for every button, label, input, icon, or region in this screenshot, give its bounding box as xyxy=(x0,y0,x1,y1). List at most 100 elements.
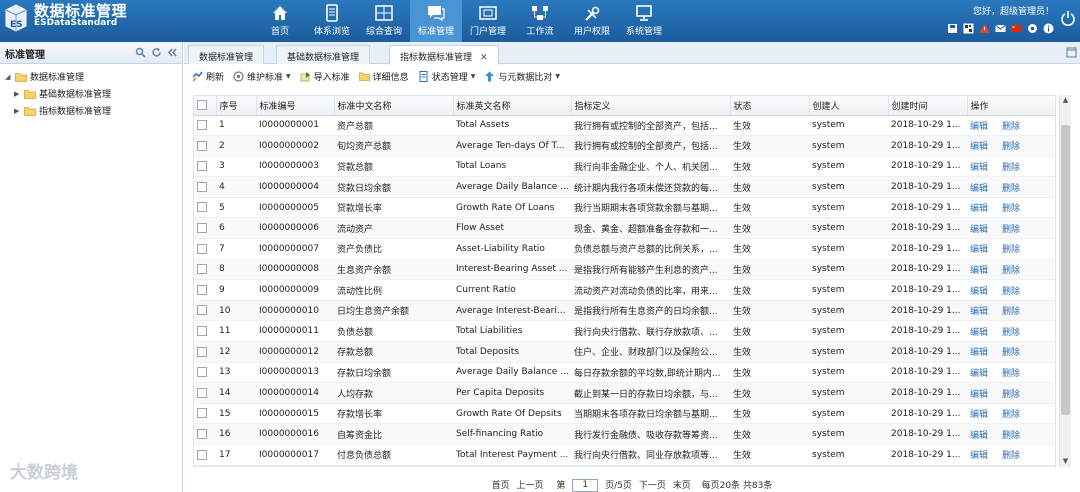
china-flag-icon[interactable] xyxy=(1011,23,1022,34)
edit-link[interactable]: 编辑 xyxy=(970,366,988,379)
collapse-left-icon[interactable] xyxy=(167,47,178,58)
edit-link[interactable]: 编辑 xyxy=(970,201,988,214)
tab-data-standard[interactable]: 数据标准管理 xyxy=(188,45,265,64)
row-checkbox[interactable] xyxy=(197,243,207,254)
compare-metadata-dropdown[interactable]: 与元数据比对 ▼ xyxy=(484,70,560,83)
row-checkbox[interactable] xyxy=(197,305,207,316)
row-checkbox[interactable] xyxy=(197,264,207,275)
search-icon[interactable] xyxy=(135,47,146,58)
col-header-status[interactable]: 状态 xyxy=(730,96,810,116)
row-checkbox[interactable] xyxy=(197,346,207,357)
row-checkbox[interactable] xyxy=(197,428,207,439)
edit-link[interactable]: 编辑 xyxy=(970,119,988,132)
prev-page-link[interactable]: 上一页 xyxy=(517,481,544,491)
row-select-cell[interactable] xyxy=(194,320,216,343)
table-row[interactable]: 3 I0000000003 贷款总额 Total Loans 我行向非金融企业、个人、机… xyxy=(194,156,1055,178)
nav-standard-manage[interactable]: 标准管理 xyxy=(410,0,462,42)
table-row[interactable]: 8 I0000000008 生息资产余额 Interest-Bearing Asset… xyxy=(194,259,1055,281)
row-select-cell[interactable] xyxy=(194,115,216,137)
col-header-index[interactable]: 序号 xyxy=(216,96,257,116)
row-select-cell[interactable] xyxy=(194,423,216,445)
row-select-cell[interactable] xyxy=(194,238,216,260)
delete-link[interactable]: 删除 xyxy=(1002,242,1020,255)
row-checkbox[interactable] xyxy=(197,408,207,419)
next-page-link[interactable]: 下一页 xyxy=(639,481,666,491)
col-header-creator[interactable]: 创建人 xyxy=(809,96,889,116)
warning-icon[interactable] xyxy=(979,23,990,34)
row-select-cell[interactable] xyxy=(194,197,216,219)
row-checkbox[interactable] xyxy=(197,202,207,213)
table-row[interactable]: 15 I0000000015 存款增长率 Growth Rate Of Depsits… xyxy=(194,403,1055,425)
table-row[interactable]: 14 I0000000014 人均存款 Per Capita Deposits 截止到某… xyxy=(194,382,1055,404)
row-select-cell[interactable] xyxy=(194,362,216,384)
delete-link[interactable]: 删除 xyxy=(1002,366,1020,379)
delete-link[interactable]: 删除 xyxy=(1002,304,1020,317)
row-checkbox[interactable] xyxy=(197,325,207,336)
nav-user-permission[interactable]: 用户权限 xyxy=(566,0,618,42)
row-select-cell[interactable] xyxy=(194,279,216,301)
nav-query[interactable]: 综合查询 xyxy=(358,0,410,42)
qrcode-icon[interactable] xyxy=(963,23,974,34)
row-select-cell[interactable] xyxy=(194,300,216,322)
refresh-button[interactable]: 刷新 xyxy=(192,70,224,83)
row-checkbox[interactable] xyxy=(197,367,207,378)
row-select-cell[interactable] xyxy=(194,176,216,198)
delete-link[interactable]: 删除 xyxy=(1002,160,1020,173)
expanded-triangle-icon[interactable]: ◢ xyxy=(5,73,13,81)
table-row[interactable]: 5 I0000000005 贷款增长率 Growth Rate Of Loans 我行当… xyxy=(194,197,1055,219)
maximize-icon[interactable] xyxy=(1066,47,1077,58)
table-row[interactable]: 2 I0000000002 旬均资产总额 Average Ten-days Of T.… xyxy=(194,135,1055,157)
delete-link[interactable]: 删除 xyxy=(1002,345,1020,358)
checkbox[interactable] xyxy=(197,100,207,110)
col-header-code[interactable]: 标准编号 xyxy=(256,96,335,116)
delete-link[interactable]: 删除 xyxy=(1002,325,1020,338)
edit-link[interactable]: 编辑 xyxy=(970,242,988,255)
col-header-actions[interactable]: 操作 xyxy=(967,96,1055,116)
edit-link[interactable]: 编辑 xyxy=(970,263,988,276)
col-header-cn-name[interactable]: 标准中文名称 xyxy=(334,96,454,116)
nav-workflow[interactable]: 工作流 xyxy=(514,0,566,42)
delete-link[interactable]: 删除 xyxy=(1002,407,1020,420)
delete-link[interactable]: 删除 xyxy=(1002,139,1020,152)
import-standard-button[interactable]: 导入标准 xyxy=(300,70,350,83)
col-header-created-time[interactable]: 创建时间 xyxy=(888,96,968,116)
scroll-down-icon[interactable]: ▼ xyxy=(1060,456,1071,467)
row-select-cell[interactable] xyxy=(194,444,216,466)
col-header-en-name[interactable]: 标准英文名称 xyxy=(453,96,572,116)
nav-system-browse[interactable]: 体系浏览 xyxy=(306,0,358,42)
page-number-input[interactable]: 1 xyxy=(572,479,599,492)
nav-home[interactable]: 首页 xyxy=(254,0,306,42)
table-row[interactable]: 6 I0000000006 流动资产 Flow Asset 现金、黄金、超额准备金存款和… xyxy=(194,217,1055,240)
tree-node-data-standard[interactable]: ◢ 数据标准管理 xyxy=(0,68,182,85)
first-page-link[interactable]: 首页 xyxy=(492,481,510,491)
row-checkbox[interactable] xyxy=(197,181,207,192)
mail-icon[interactable] xyxy=(995,23,1006,34)
row-select-cell[interactable] xyxy=(194,217,216,240)
tree-node-basic-standard[interactable]: ▶ 基础数据标准管理 xyxy=(0,85,182,102)
row-select-cell[interactable] xyxy=(194,156,216,178)
save-disk-icon[interactable] xyxy=(947,23,958,34)
row-select-cell[interactable] xyxy=(194,135,216,157)
row-checkbox[interactable] xyxy=(197,223,207,234)
delete-link[interactable]: 删除 xyxy=(1002,448,1020,461)
close-icon[interactable]: ✕ xyxy=(480,53,488,63)
edit-link[interactable]: 编辑 xyxy=(970,304,988,317)
table-row[interactable]: 9 I0000000009 流动性比例 Current Ratio 流动资产对流动负债的… xyxy=(194,279,1055,301)
table-row[interactable]: 10 I0000000010 日均生息资产余额 Average Interest-Be… xyxy=(194,300,1055,322)
edit-link[interactable]: 编辑 xyxy=(970,325,988,338)
collapsed-triangle-icon[interactable]: ▶ xyxy=(14,90,22,98)
edit-link[interactable]: 编辑 xyxy=(970,139,988,152)
tree-node-indicator-standard[interactable]: ▶ 指标数据标准管理 xyxy=(0,102,182,119)
row-checkbox[interactable] xyxy=(197,161,207,172)
status-manage-dropdown[interactable]: 状态管理 ▼ xyxy=(418,70,475,83)
row-checkbox[interactable] xyxy=(197,284,207,295)
nav-portal[interactable]: 门户管理 xyxy=(462,0,514,42)
delete-link[interactable]: 删除 xyxy=(1002,201,1020,214)
edit-link[interactable]: 编辑 xyxy=(970,160,988,173)
table-row[interactable]: 12 I0000000012 存款总额 Total Deposits 住户、企业、财政部… xyxy=(194,341,1055,363)
select-all-checkbox[interactable] xyxy=(194,96,217,116)
edit-link[interactable]: 编辑 xyxy=(970,222,988,235)
delete-link[interactable]: 删除 xyxy=(1002,284,1020,297)
row-select-cell[interactable] xyxy=(194,341,216,363)
settings-gear-icon[interactable] xyxy=(1027,23,1038,34)
